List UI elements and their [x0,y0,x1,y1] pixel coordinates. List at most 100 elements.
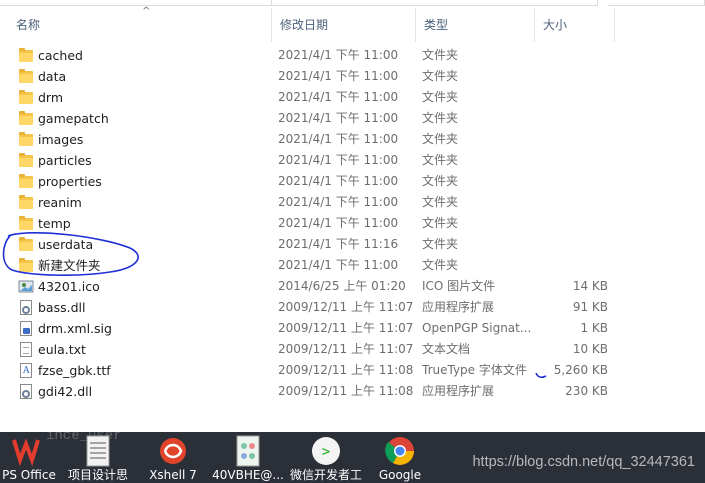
file-size: 91 KB [572,300,608,314]
file-type: 文件夹 [422,153,459,167]
file-name: reanim [38,195,82,210]
column-type-label: 类型 [424,18,449,32]
file-type: 文件夹 [422,258,459,272]
file-date: 2009/12/11 上午 11:08 [278,363,414,377]
column-name-header[interactable]: 名称 ^ [8,6,272,42]
file-size: 10 KB [572,342,608,356]
file-date: 2014/6/25 上午 01:20 [278,279,406,293]
file-name: cached [38,48,83,63]
file-type: ICO 图片文件 [422,279,496,293]
folder-icon [18,69,34,84]
dll-file-icon [18,300,34,315]
file-row[interactable]: userdata 2021/4/1 下午 11:16 文件夹 [14,234,629,255]
folder-icon [18,90,34,105]
taskbar-item-label: 40VBHE@... [212,468,284,482]
file-name: data [38,69,67,84]
taskbar-item-label: 项目设计思 [67,468,128,482]
taskbar-item[interactable]: 项目设计思 [64,432,132,483]
taskbar-item[interactable]: > 微信开发者工 [288,432,364,483]
file-row[interactable]: temp 2021/4/1 下午 11:00 文件夹 [14,213,629,234]
taskbar: ince_user PS Office 项目设计思 Xshell 7 40VBHE@.… [0,432,705,483]
file-row[interactable]: bass.dll 2009/12/11 上午 11:07 应用程序扩展 91 KB [14,297,629,318]
file-date: 2021/4/1 下午 11:00 [278,111,399,125]
file-size: 1 KB [580,321,608,335]
column-date-header[interactable]: 修改日期 [272,8,416,42]
file-type: 文件夹 [422,132,459,146]
column-header: 名称 ^ 修改日期 类型 大小 [0,6,705,42]
taskbar-item[interactable]: Google [370,432,430,483]
column-size-header[interactable]: 大小 [535,8,615,42]
document-icon [81,434,115,468]
folder-icon [18,174,34,189]
file-name: eula.txt [38,342,86,357]
sort-ascending-icon: ^ [142,6,151,17]
top-strip [0,0,705,8]
file-name: images [38,132,84,147]
file-type: 文件夹 [422,111,459,125]
file-date: 2021/4/1 下午 11:00 [278,195,399,209]
file-date: 2009/12/11 上午 11:07 [278,342,414,356]
column-date-label: 修改日期 [280,18,329,32]
file-row[interactable]: properties 2021/4/1 下午 11:00 文件夹 [14,171,629,192]
file-size: 5,260 KB [553,363,608,377]
file-row[interactable]: gdi42.dll 2009/12/11 上午 11:08 应用程序扩展 230 KB [14,381,629,402]
file-name: temp [38,216,71,231]
file-date: 2021/4/1 下午 11:00 [278,174,399,188]
taskbar-item[interactable]: Xshell 7 [140,432,206,483]
taskbar-item[interactable]: PS Office [0,432,58,483]
file-row[interactable]: eula.txt 2009/12/11 上午 11:07 文本文档 10 KB [14,339,629,360]
file-row[interactable]: cached 2021/4/1 下午 11:00 文件夹 [14,45,629,66]
file-date: 2021/4/1 下午 11:16 [278,237,399,251]
folder-icon [18,195,34,210]
text-file-icon [18,342,34,357]
file-list: cached 2021/4/1 下午 11:00 文件夹 data 2021/4/1 下… [0,45,705,402]
column-name-label: 名称 [16,18,41,32]
file-date: 2021/4/1 下午 11:00 [278,69,399,83]
file-row[interactable]: drm.xml.sig 2009/12/11 上午 11:07 OpenPGP Si… [14,318,629,339]
file-row[interactable]: data 2021/4/1 下午 11:00 文件夹 [14,66,629,87]
file-date: 2009/12/11 上午 11:07 [278,321,414,335]
file-row[interactable]: 新建文件夹 2021/4/1 下午 11:00 文件夹 [14,255,629,276]
file-row[interactable]: Afzse_gbk.ttf 2009/12/11 上午 11:08 TrueType… [14,360,629,381]
file-row[interactable]: 43201.ico 2014/6/25 上午 01:20 ICO 图片文件 14 KB [14,276,629,297]
signature-file-icon [18,321,34,336]
ico-file-icon [18,279,34,294]
taskbar-item-label: 微信开发者工 [289,468,362,482]
file-name: gamepatch [38,111,109,126]
app-icon [231,434,265,468]
taskbar-item[interactable]: 40VBHE@... [210,432,286,483]
file-row[interactable]: images 2021/4/1 下午 11:00 文件夹 [14,129,629,150]
file-name: properties [38,174,102,189]
folder-icon [18,237,34,252]
file-name: bass.dll [38,300,86,315]
file-type: 文件夹 [422,216,459,230]
folder-icon [18,216,34,231]
folder-icon [18,153,34,168]
taskbar-item-label: Xshell 7 [149,468,197,482]
file-date: 2021/4/1 下午 11:00 [278,153,399,167]
file-name: fzse_gbk.ttf [38,363,111,378]
column-type-header[interactable]: 类型 [416,8,535,42]
file-type: 文件夹 [422,237,459,251]
file-row[interactable]: reanim 2021/4/1 下午 11:00 文件夹 [14,192,629,213]
file-row[interactable]: drm 2021/4/1 下午 11:00 文件夹 [14,87,629,108]
file-name: drm [38,90,64,105]
file-row[interactable]: gamepatch 2021/4/1 下午 11:00 文件夹 [14,108,629,129]
file-date: 2009/12/11 上午 11:07 [278,300,414,314]
file-name: userdata [38,237,94,252]
file-explorer: 名称 ^ 修改日期 类型 大小 cached 2021/4/1 下午 11:00 文… [0,0,705,432]
file-row[interactable]: particles 2021/4/1 下午 11:00 文件夹 [14,150,629,171]
folder-icon [18,132,34,147]
column-size-label: 大小 [543,18,568,32]
file-type: 文件夹 [422,90,459,104]
file-type: 文件夹 [422,195,459,209]
file-name: 43201.ico [38,279,100,294]
file-type: 应用程序扩展 [422,384,495,398]
file-type: 文本文档 [422,342,471,356]
file-type: 应用程序扩展 [422,300,495,314]
file-date: 2021/4/1 下午 11:00 [278,216,399,230]
file-type: 文件夹 [422,69,459,83]
file-name: particles [38,153,92,168]
taskbar-item-label: PS Office [2,468,56,482]
file-date: 2021/4/1 下午 11:00 [278,90,399,104]
